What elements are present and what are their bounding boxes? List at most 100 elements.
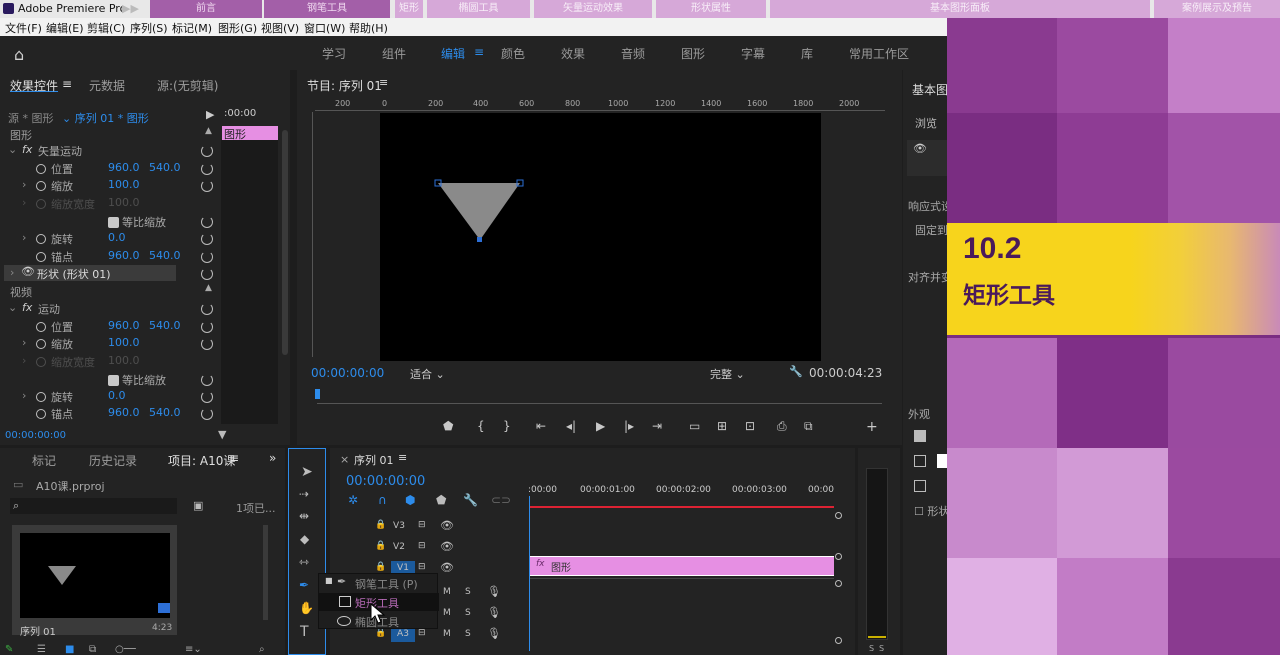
step-back-icon[interactable]: ◂| xyxy=(566,419,576,433)
reset-icon[interactable] xyxy=(201,180,213,192)
hand-tool-icon[interactable]: ✋ xyxy=(299,601,314,615)
shadow-checkbox[interactable] xyxy=(914,480,926,492)
comparison-icon[interactable]: ⧉ xyxy=(804,419,813,434)
track-v3[interactable]: V3 xyxy=(391,521,407,531)
extract-icon[interactable]: ⊞ xyxy=(717,419,727,433)
tab-effect-controls[interactable]: 效果控件 xyxy=(10,77,58,94)
pen-tool-icon[interactable]: ✒ xyxy=(299,578,309,592)
track-select-icon[interactable]: ⇢ xyxy=(299,487,309,501)
play-arrow-icon[interactable]: ▶ xyxy=(206,108,214,121)
razor-tool-icon[interactable]: ◆ xyxy=(300,532,309,546)
ec-timecode[interactable]: 00:00:00:00 xyxy=(5,430,66,441)
ws-assembly[interactable]: 组件 xyxy=(382,45,406,62)
chapter-8[interactable]: 案例展示及预告 xyxy=(1154,0,1280,18)
eye-icon[interactable]: 👁 xyxy=(440,519,454,532)
ws-learn[interactable]: 学习 xyxy=(322,45,346,62)
rotation-value[interactable]: 0.0 xyxy=(108,231,126,244)
scrub-bar[interactable] xyxy=(317,403,882,404)
anchor-x[interactable]: 960.0 xyxy=(108,249,140,262)
chapter-7[interactable]: 基本图形面板 xyxy=(770,0,1150,18)
rotation-value-2[interactable]: 0.0 xyxy=(108,389,126,402)
ec-clip-bar[interactable]: 图形 xyxy=(222,126,278,141)
program-timecode[interactable]: 00:00:00:00 xyxy=(311,366,384,380)
step-forward-icon[interactable]: |▸ xyxy=(624,419,634,433)
ec-scrollbar[interactable] xyxy=(282,130,288,355)
stroke-checkbox[interactable] xyxy=(914,455,926,467)
settings-icon[interactable]: 🔧 xyxy=(463,493,478,507)
ws-graphics[interactable]: 图形 xyxy=(681,45,705,62)
reset-icon[interactable] xyxy=(201,391,213,403)
track-v2[interactable]: V2 xyxy=(391,542,407,552)
collapse-icon[interactable]: ▲ xyxy=(205,126,212,136)
pencil-icon[interactable]: ✎ xyxy=(5,644,13,655)
mark-in-icon[interactable]: { xyxy=(477,419,485,433)
scale-value-2[interactable]: 100.0 xyxy=(108,336,140,349)
position-y[interactable]: 540.0 xyxy=(149,161,181,174)
reset-icon[interactable] xyxy=(201,321,213,333)
tab-markers[interactable]: 标记 xyxy=(32,452,56,469)
reset-icon[interactable] xyxy=(201,251,213,263)
reset-icon[interactable] xyxy=(201,338,213,350)
stopwatch-icon[interactable] xyxy=(36,392,46,402)
stopwatch-icon[interactable] xyxy=(36,164,46,174)
menu-help[interactable]: 帮助(H) xyxy=(349,20,388,36)
sort-icon[interactable]: ≡⌄ xyxy=(185,644,202,655)
position-x-2[interactable]: 960.0 xyxy=(108,319,140,332)
mark-out-icon[interactable]: } xyxy=(503,419,511,433)
stopwatch-icon[interactable] xyxy=(36,252,46,262)
ws-menu-icon[interactable]: ≡ xyxy=(474,45,484,59)
project-search-input[interactable]: ⌕ xyxy=(10,498,177,514)
chapter-4[interactable]: 椭圆工具 xyxy=(427,0,530,18)
stopwatch-icon[interactable] xyxy=(36,409,46,419)
playhead[interactable] xyxy=(315,389,320,399)
zoom-slider[interactable]: ○── xyxy=(115,644,136,655)
reset-icon[interactable] xyxy=(201,268,213,280)
add-marker-icon[interactable]: ⬟ xyxy=(443,419,453,433)
selection-tool-icon[interactable]: ➤ xyxy=(301,464,313,480)
tab-metadata[interactable]: 元数据 xyxy=(89,77,125,94)
stopwatch-icon[interactable] xyxy=(36,322,46,332)
flyout-pen[interactable]: ■ ✒ 钢笔工具 (P) xyxy=(319,574,439,592)
timeline-ruler[interactable]: :00:00 00:00:01:00 00:00:02:00 00:00:03:… xyxy=(528,483,838,503)
anchor-y-2[interactable]: 540.0 xyxy=(149,406,181,419)
home-icon[interactable]: ⌂ xyxy=(14,45,24,64)
menu-file[interactable]: 文件(F) xyxy=(5,20,42,36)
tab-menu-icon[interactable]: ≡ xyxy=(62,77,72,91)
quality-dropdown[interactable]: 完整 ⌄ xyxy=(710,366,745,382)
reset-icon[interactable] xyxy=(201,163,213,175)
play-icon[interactable]: ▶ xyxy=(596,419,605,433)
collapse-icon[interactable]: ▲ xyxy=(205,283,212,293)
scale-value[interactable]: 100.0 xyxy=(108,178,140,191)
marker-icon[interactable]: ⬟ xyxy=(436,493,446,507)
chapter-3[interactable]: 矩形 xyxy=(395,0,423,18)
linked-icon[interactable]: ∩ xyxy=(378,493,387,507)
anchor-y[interactable]: 540.0 xyxy=(149,249,181,262)
freeform-icon[interactable]: ⧉ xyxy=(89,644,96,655)
timeline-timecode[interactable]: 00:00:00:00 xyxy=(346,474,425,489)
ws-editing[interactable]: 编辑 xyxy=(441,45,465,62)
ws-common[interactable]: 常用工作区 xyxy=(849,45,909,62)
ws-effects[interactable]: 效果 xyxy=(561,45,585,62)
add-button-icon[interactable]: + xyxy=(866,419,878,435)
stroke-swatch[interactable] xyxy=(937,454,947,468)
reset-icon[interactable] xyxy=(201,374,213,386)
solo-left[interactable]: S xyxy=(869,644,874,653)
ws-libraries[interactable]: 库 xyxy=(801,45,813,62)
vector-motion-row[interactable]: ⌄ fx 矢量运动 xyxy=(0,143,220,160)
timeline-vscroll[interactable] xyxy=(835,512,843,647)
menu-edit[interactable]: 编辑(E) xyxy=(46,20,84,36)
go-to-in-icon[interactable]: ⇤ xyxy=(536,419,546,433)
sequence-dropdown[interactable]: ⌄ 序列 01 * 图形 xyxy=(62,110,149,126)
menu-sequence[interactable]: 序列(S) xyxy=(130,20,168,36)
reset-icon[interactable] xyxy=(201,408,213,420)
ws-color[interactable]: 颜色 xyxy=(501,45,525,62)
reset-icon[interactable] xyxy=(201,216,213,228)
eye-icon[interactable]: 👁 xyxy=(21,265,35,278)
uniform-scale-checkbox-2[interactable] xyxy=(108,375,119,386)
wrench-icon[interactable]: 🔧 xyxy=(789,365,803,378)
filter-icon[interactable]: ▼ xyxy=(218,428,226,441)
reset-icon[interactable] xyxy=(201,233,213,245)
project-scrollbar[interactable] xyxy=(263,525,268,620)
menu-view[interactable]: 视图(V) xyxy=(261,20,299,36)
insert-icon[interactable]: ⬢ xyxy=(405,493,415,507)
